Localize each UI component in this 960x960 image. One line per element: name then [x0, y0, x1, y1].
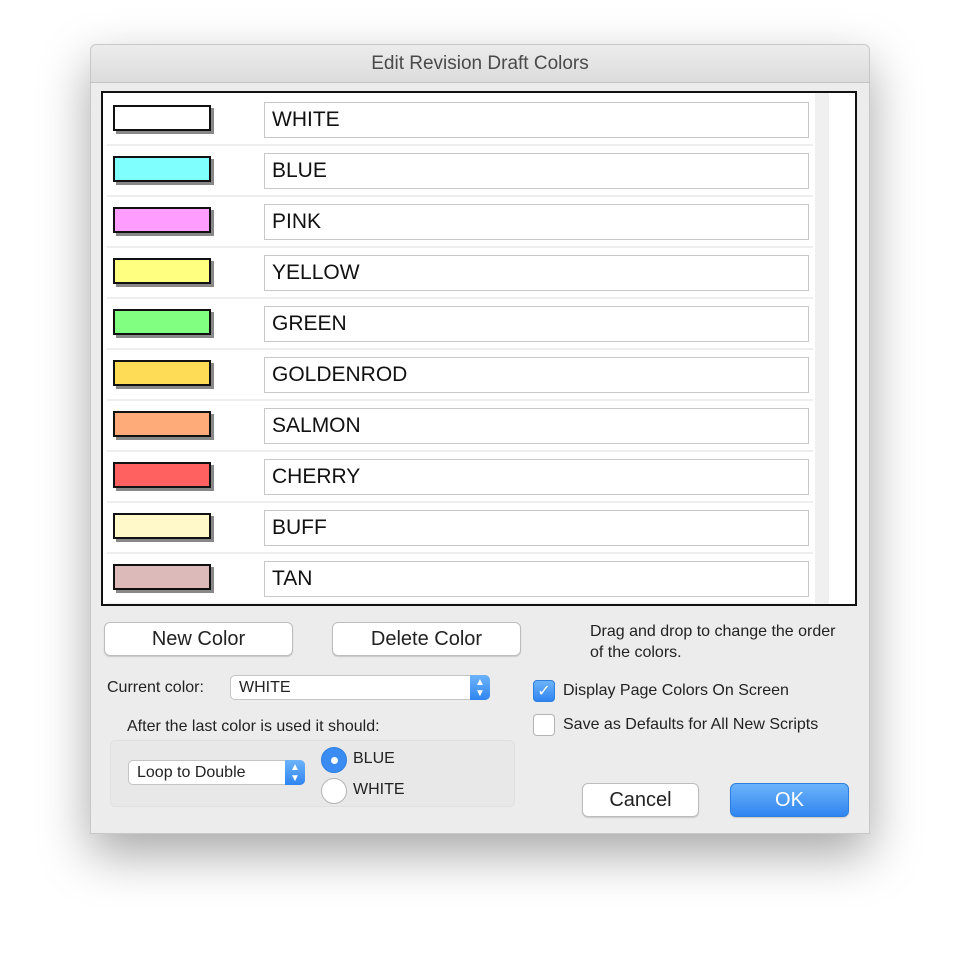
color-row[interactable]: PINK	[107, 199, 813, 248]
current-color-select[interactable]: WHITE ▲ ▼	[230, 675, 490, 700]
dialog-title: Edit Revision Draft Colors	[91, 45, 869, 83]
color-name-field[interactable]: SALMON	[264, 408, 809, 444]
color-list: WHITE BLUE PINK YELLOW GREEN GOLDENROD SALMON C…	[101, 91, 857, 606]
radio-white[interactable]	[321, 778, 347, 804]
color-name-field[interactable]: TAN	[264, 561, 809, 597]
color-swatch[interactable]	[113, 105, 211, 131]
color-row[interactable]: BLUE	[107, 148, 813, 197]
color-name-field[interactable]: YELLOW	[264, 255, 809, 291]
save-defaults-label: Save as Defaults for All New Scripts	[563, 716, 819, 733]
current-color-value: WHITE	[239, 679, 291, 696]
color-swatch[interactable]	[113, 564, 211, 590]
color-name-field[interactable]: BLUE	[264, 153, 809, 189]
color-swatch[interactable]	[113, 156, 211, 182]
color-swatch[interactable]	[113, 309, 211, 335]
color-swatch[interactable]	[113, 360, 211, 386]
color-row[interactable]: GOLDENROD	[107, 352, 813, 401]
loop-mode-select[interactable]: Loop to Double ▲ ▼	[128, 760, 305, 785]
color-swatch[interactable]	[113, 513, 211, 539]
display-colors-checkbox[interactable]: ✓	[533, 680, 555, 702]
color-row[interactable]: BUFF	[107, 505, 813, 554]
color-name-field[interactable]: PINK	[264, 204, 809, 240]
current-color-label: Current color:	[107, 679, 204, 696]
color-swatch[interactable]	[113, 462, 211, 488]
after-last-label: After the last color is used it should:	[127, 718, 380, 735]
drag-hint: Drag and drop to change the order of the…	[590, 623, 836, 661]
cancel-button[interactable]: Cancel	[582, 783, 699, 817]
color-swatch[interactable]	[113, 207, 211, 233]
color-row[interactable]: YELLOW	[107, 250, 813, 299]
color-name-field[interactable]: BUFF	[264, 510, 809, 546]
color-row[interactable]: WHITE	[107, 97, 813, 146]
color-row[interactable]: SALMON	[107, 403, 813, 452]
color-name-field[interactable]: GOLDENROD	[264, 357, 809, 393]
color-name-field[interactable]: WHITE	[264, 102, 809, 138]
loop-mode-value: Loop to Double	[137, 764, 246, 781]
color-swatch[interactable]	[113, 411, 211, 437]
color-row[interactable]: CHERRY	[107, 454, 813, 503]
display-colors-label: Display Page Colors On Screen	[563, 682, 789, 699]
delete-color-button[interactable]: Delete Color	[332, 622, 521, 656]
color-row[interactable]: GREEN	[107, 301, 813, 350]
radio-white-label: WHITE	[353, 781, 405, 798]
save-defaults-checkbox[interactable]	[533, 714, 555, 736]
radio-blue-label: BLUE	[353, 750, 395, 767]
scrollbar-track[interactable]	[815, 93, 829, 604]
checkmark-icon: ✓	[537, 683, 551, 700]
color-swatch[interactable]	[113, 258, 211, 284]
color-row[interactable]: TAN	[107, 556, 813, 604]
chevron-updown-icon: ▲ ▼	[285, 760, 305, 785]
chevron-updown-icon: ▲ ▼	[470, 675, 490, 700]
color-name-field[interactable]: GREEN	[264, 306, 809, 342]
new-color-button[interactable]: New Color	[104, 622, 293, 656]
ok-button[interactable]: OK	[730, 783, 849, 817]
color-name-field[interactable]: CHERRY	[264, 459, 809, 495]
radio-blue[interactable]	[321, 747, 347, 773]
